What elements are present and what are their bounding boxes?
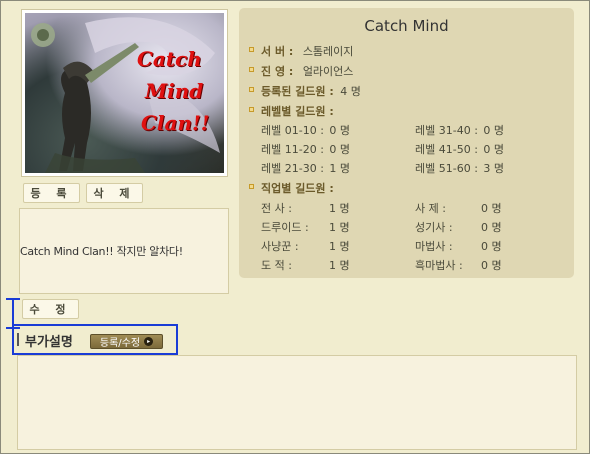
class-value: 0 명 (481, 240, 502, 253)
bullet-icon (249, 47, 254, 52)
level-value: 3 명 (483, 162, 505, 175)
guild-image-scene: Catch Mind Clan!! (25, 13, 224, 173)
register-button[interactable]: 등 록 (23, 183, 80, 203)
class-value: 1 명 (329, 240, 350, 253)
class-label: 마법사 : (415, 240, 453, 253)
extra-description-box (17, 355, 577, 450)
class-label: 흑마법사 : (415, 259, 463, 272)
faction-value: 얼라이언스 (302, 65, 354, 78)
level-label: 레벨 11-20 : (261, 143, 324, 156)
class-label: 전 사 : (261, 202, 292, 215)
bullet-icon (249, 184, 254, 189)
guild-name-title: Catch Mind (364, 17, 449, 35)
intro-text: Catch Mind Clan!! 작지만 알차다! (20, 245, 183, 258)
server-value: 스톰레이지 (302, 45, 354, 58)
level-value: 0 명 (483, 124, 505, 137)
guild-caption: Catch Mind Clan!! (137, 43, 210, 139)
intro-box: Catch Mind Clan!! 작지만 알차다! (19, 208, 229, 294)
level-label: 레벨 51-60 : (415, 162, 478, 175)
class-item: 마법사 : 0 명 (415, 238, 502, 254)
section-marker (17, 333, 19, 346)
level-header-label: 레벨별 길드원 : (261, 105, 334, 118)
server-row: 서 버 : 스톰레이지 (261, 43, 353, 59)
guild-info-panel: Catch Mind 서 버 : 스톰레이지 진 영 : 얼라이언스 등록된 길… (239, 8, 574, 278)
class-item: 사냥꾼 : 1 명 (261, 238, 350, 254)
level-label: 레벨 01-10 : (261, 124, 324, 137)
level-item: 레벨 31-40 : 0 명 (415, 122, 504, 138)
level-item: 레벨 41-50 : 0 명 (415, 141, 504, 157)
level-value: 0 명 (483, 143, 505, 156)
edit-button[interactable]: 수 정 (22, 299, 79, 319)
delete-button[interactable]: 삭 제 (86, 183, 143, 203)
level-header: 레벨별 길드원 : (261, 103, 334, 119)
server-label: 서 버 : (261, 45, 294, 58)
bullet-icon (249, 107, 254, 112)
faction-label: 진 영 : (261, 65, 294, 78)
faction-row: 진 영 : 얼라이언스 (261, 63, 353, 79)
arrow-right-circle-icon: ▸ (144, 337, 154, 346)
level-label: 레벨 41-50 : (415, 143, 478, 156)
level-value: 0 명 (329, 143, 351, 156)
guild-caption-line: Catch (137, 47, 202, 71)
members-label: 등록된 길드원 : (261, 85, 334, 98)
class-label: 사 제 : (415, 202, 446, 215)
guild-caption-line: Mind (145, 79, 204, 103)
guild-image: Catch Mind Clan!! (21, 9, 228, 177)
extra-edit-button-label: 등록/수정 (99, 338, 141, 349)
class-label: 도 적 : (261, 259, 292, 272)
level-label: 레벨 21-30 : (261, 162, 324, 175)
level-item: 레벨 21-30 : 1 명 (261, 160, 350, 176)
bullet-icon (249, 87, 254, 92)
level-label: 레벨 31-40 : (415, 124, 478, 137)
bullet-icon (249, 67, 254, 72)
guild-caption-line: Clan!! (141, 111, 210, 135)
level-item: 레벨 51-60 : 3 명 (415, 160, 504, 176)
level-value: 1 명 (329, 162, 351, 175)
class-value: 0 명 (481, 221, 502, 234)
level-item: 레벨 01-10 : 0 명 (261, 122, 350, 138)
class-value: 0 명 (481, 259, 502, 272)
class-item: 도 적 : 1 명 (261, 257, 350, 273)
extra-edit-button[interactable]: 등록/수정 ▸ (90, 334, 163, 349)
class-value: 1 명 (329, 202, 350, 215)
class-item: 드루이드 : 1 명 (261, 219, 350, 235)
class-item: 전 사 : 1 명 (261, 200, 350, 216)
class-item: 흑마법사 : 0 명 (415, 257, 502, 273)
extra-section-title: 부가설명 (25, 335, 73, 350)
class-item: 성기사 : 0 명 (415, 219, 502, 235)
level-value: 0 명 (329, 124, 351, 137)
class-value: 1 명 (329, 259, 350, 272)
class-value: 0 명 (481, 202, 502, 215)
members-row: 등록된 길드원 : 4 명 (261, 83, 361, 99)
class-header: 직업별 길드원 : (261, 180, 334, 196)
level-item: 레벨 11-20 : 0 명 (261, 141, 350, 157)
class-label: 사냥꾼 : (261, 240, 299, 253)
class-label: 성기사 : (415, 221, 453, 234)
members-value: 4 명 (340, 85, 361, 98)
class-value: 1 명 (329, 221, 350, 234)
class-header-label: 직업별 길드원 : (261, 182, 334, 195)
class-item: 사 제 : 0 명 (415, 200, 502, 216)
class-label: 드루이드 : (261, 221, 309, 234)
